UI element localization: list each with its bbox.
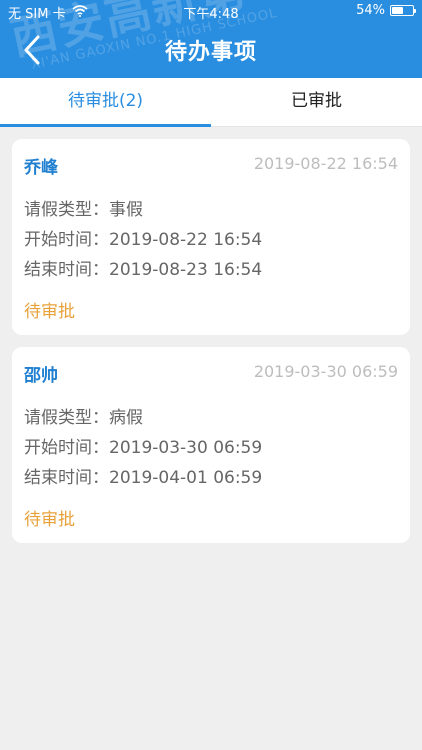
leave-type-row: 请假类型：病假 xyxy=(24,403,143,428)
end-time-label: 结束时间： xyxy=(24,468,109,488)
leave-request-card[interactable]: 邵帅 2019-03-30 06:59 请假类型：病假 开始时间：2019-03… xyxy=(12,347,410,543)
submitted-time: 2019-03-30 06:59 xyxy=(253,362,398,381)
start-time-label: 开始时间： xyxy=(24,230,109,250)
applicant-name: 乔峰 xyxy=(24,158,58,178)
status-bar: 无 SIM 卡 下午4:48 54% xyxy=(0,0,422,22)
applicant-name: 邵帅 xyxy=(24,366,58,386)
leave-type-value: 事假 xyxy=(109,200,143,220)
header: 西安高新第一中学 XI'AN GAOXIN NO.1 HIGH SCHOOL 无… xyxy=(0,0,422,78)
battery-icon xyxy=(390,5,416,16)
end-time-value: 2019-08-23 16:54 xyxy=(109,260,263,280)
tab-pending[interactable]: 待审批(2) xyxy=(0,78,211,126)
end-time-value: 2019-04-01 06:59 xyxy=(109,468,263,488)
start-time-row: 开始时间：2019-08-22 16:54 xyxy=(24,225,262,250)
start-time-row: 开始时间：2019-03-30 06:59 xyxy=(24,433,262,458)
end-time-label: 结束时间： xyxy=(24,260,109,280)
status-badge: 待审批 xyxy=(24,510,75,530)
leave-type-value: 病假 xyxy=(109,408,143,428)
submitted-time: 2019-08-22 16:54 xyxy=(253,154,398,173)
leave-request-card[interactable]: 乔峰 2019-08-22 16:54 请假类型：事假 开始时间：2019-08… xyxy=(12,139,410,335)
page-title: 待办事项 xyxy=(164,40,257,65)
tab-bar: 待审批(2) 已审批 xyxy=(0,78,422,127)
leave-type-label: 请假类型： xyxy=(24,200,109,220)
end-time-row: 结束时间：2019-08-23 16:54 xyxy=(24,255,262,280)
leave-type-row: 请假类型：事假 xyxy=(24,195,143,220)
leave-type-label: 请假类型： xyxy=(24,408,109,428)
start-time-value: 2019-03-30 06:59 xyxy=(109,438,263,458)
tab-approved[interactable]: 已审批 xyxy=(211,78,422,126)
start-time-value: 2019-08-22 16:54 xyxy=(109,230,263,250)
end-time-row: 结束时间：2019-04-01 06:59 xyxy=(24,463,262,488)
battery-percent: 54% xyxy=(356,3,385,18)
nav-bar: 待办事项 xyxy=(0,22,422,78)
start-time-label: 开始时间： xyxy=(24,438,109,458)
status-badge: 待审批 xyxy=(24,302,75,322)
active-tab-indicator xyxy=(0,124,211,127)
